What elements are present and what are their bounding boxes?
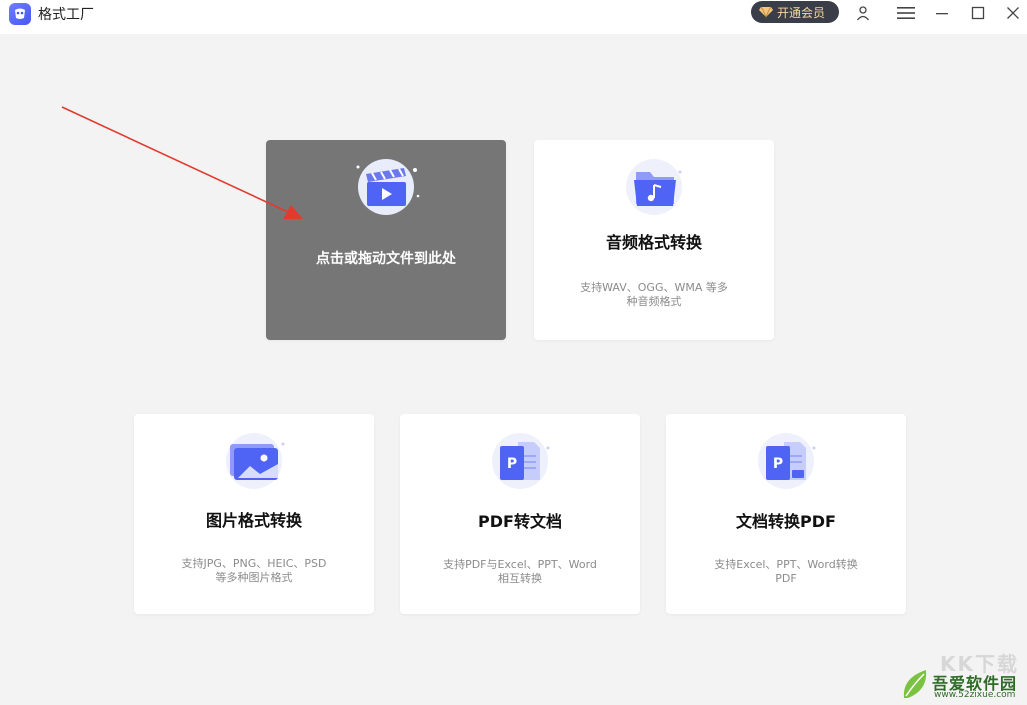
leaf-logo-icon [903,670,927,698]
drop-zone-title: 点击或拖动文件到此处 [316,251,456,267]
doc-to-pdf-title: 文档转换PDF [736,512,836,531]
doc-to-pdf-card[interactable]: P 文档转换PDF 支持Excel、PPT、Word转换 PDF [666,414,906,614]
close-icon[interactable] [1002,2,1024,24]
pdf-to-doc-desc: 支持PDF与Excel、PPT、Word 相互转换 [443,558,597,585]
minimize-icon[interactable] [931,2,953,24]
doc-to-pdf-desc: 支持Excel、PPT、Word转换 PDF [714,558,858,585]
image-convert-card[interactable]: 图片格式转换 支持JPG、PNG、HEIC、PSD 等多种图片格式 [134,414,374,614]
audio-convert-title: 音频格式转换 [605,233,702,252]
vip-label: 开通会员 [777,5,826,20]
svg-text:P: P [507,456,517,472]
diamond-icon [759,6,773,18]
pdf-to-doc-title: PDF转文档 [478,512,562,531]
drop-zone-card[interactable]: 点击或拖动文件到此处 [266,140,506,340]
maximize-icon[interactable] [967,2,989,24]
watermark-url: www.52zixue.com [934,690,1016,700]
doc-to-pdf-icon: P [758,433,816,489]
app-title: 格式工厂 [38,7,94,23]
audio-convert-card[interactable]: 音频格式转换 支持WAV、OGG、WMA 等多 种音频格式 [534,140,774,340]
hamburger-icon[interactable] [894,2,918,24]
watermark: KK下载 吾爱软件园 www.52zixue.com [900,648,1024,702]
title-bar: 格式工厂 开通会员 [0,0,1027,34]
video-clapper-icon [356,159,420,215]
svg-text:P: P [773,456,783,472]
image-convert-desc: 支持JPG、PNG、HEIC、PSD 等多种图片格式 [181,557,327,584]
pdf-to-doc-card[interactable]: P PDF转文档 支持PDF与Excel、PPT、Word 相互转换 [400,414,640,614]
pdf-document-icon: P [492,433,550,489]
vip-button[interactable]: 开通会员 [751,1,839,23]
image-icon [226,433,285,489]
app-logo-icon [9,3,31,25]
image-convert-title: 图片格式转换 [205,511,302,530]
music-folder-icon [626,159,682,215]
audio-convert-desc: 支持WAV、OGG、WMA 等多 种音频格式 [580,281,728,308]
user-icon[interactable] [852,2,874,24]
